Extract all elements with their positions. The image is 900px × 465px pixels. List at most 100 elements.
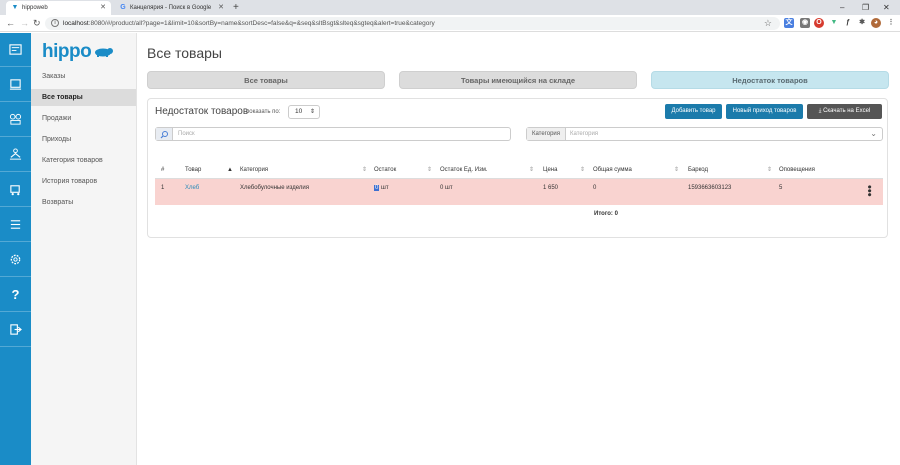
menu-item-history[interactable]: История товаров: [31, 173, 136, 190]
rail-logout[interactable]: [0, 313, 31, 347]
category-filter[interactable]: Категория Категория ⌄: [526, 127, 883, 141]
tab-all-products[interactable]: Все товары: [147, 71, 385, 89]
page-size-value: 10: [295, 108, 303, 115]
reload-icon[interactable]: ↻: [33, 17, 41, 29]
page-title: Все товары: [147, 45, 222, 61]
tab-shortage[interactable]: Недостаток товаров: [651, 71, 889, 89]
menu-item-categories[interactable]: Категория товаров: [31, 152, 136, 169]
translate-ext-icon[interactable]: 文: [784, 18, 794, 28]
main-content: Все товары Все товары Товары имеющийся н…: [138, 33, 900, 465]
col-header-product[interactable]: Товар: [185, 161, 201, 179]
rail-products[interactable]: [0, 103, 31, 137]
menu-item-sales[interactable]: Продажи: [31, 110, 136, 127]
menu-dots-icon[interactable]: ⋮: [886, 18, 896, 28]
col-header-num[interactable]: #: [161, 161, 164, 179]
menu-item-returns[interactable]: Возвраты: [31, 194, 136, 211]
opera-ext-icon[interactable]: O: [814, 18, 824, 28]
fx-ext-icon[interactable]: ƒ: [843, 18, 853, 28]
hippo-logo-icon: [95, 48, 113, 57]
col-header-alerts[interactable]: Оповещения: [779, 161, 815, 179]
app-logo[interactable]: hippo: [42, 41, 92, 63]
google-favicon-icon: G: [120, 4, 126, 11]
sort-icon[interactable]: ⇕: [362, 161, 367, 179]
excel-button-label: Скачать на Excel: [823, 108, 871, 114]
page-size-label: показать по:: [246, 109, 281, 115]
sales-icon: [9, 79, 22, 90]
col-header-stock[interactable]: Остаток: [374, 161, 396, 179]
card-title: Недостаток товаров: [155, 106, 249, 117]
rail-orders[interactable]: [0, 33, 31, 67]
cell-alerts: 5: [779, 185, 783, 191]
rail-help[interactable]: ?: [0, 278, 31, 312]
search-icon: [160, 131, 168, 139]
cell-num: 1: [161, 185, 165, 191]
extensions-icon[interactable]: ✱: [857, 18, 867, 28]
icon-rail: ?: [0, 33, 31, 465]
help-icon: ?: [11, 287, 20, 302]
rail-settings[interactable]: [0, 243, 31, 277]
browser-tab-hippoweb[interactable]: ▼ hippoweb ✕: [6, 1, 111, 15]
close-icon[interactable]: ✕: [218, 1, 224, 15]
vuejs-ext-icon[interactable]: ▼: [829, 18, 839, 28]
forward-icon[interactable]: →: [20, 17, 29, 29]
col-header-category[interactable]: Категория: [240, 161, 268, 179]
sort-asc-icon[interactable]: ▲: [227, 161, 233, 179]
info-icon[interactable]: i: [51, 19, 59, 27]
url-text: localhost:8080/#/product/all?page=1&limi…: [63, 20, 435, 27]
products-icon: [9, 113, 22, 125]
tab-in-stock[interactable]: Товары имеющийся на складе: [399, 71, 637, 89]
search-placeholder: Поиск: [178, 131, 195, 137]
category-placeholder: Категория: [570, 131, 599, 137]
minimize-icon[interactable]: –: [840, 1, 844, 14]
rail-sales[interactable]: [0, 68, 31, 102]
excel-download-button[interactable]: ⤓ Скачать на Excel: [807, 104, 882, 119]
settings-icon: [10, 254, 21, 265]
table-header: # Товар ▲ Категория ⇕ Остаток ⇕ Остаток …: [155, 161, 883, 179]
back-icon[interactable]: ←: [6, 17, 15, 29]
cell-product-link[interactable]: Хлеб: [185, 179, 199, 197]
maximize-icon[interactable]: ❐: [862, 1, 869, 14]
close-icon[interactable]: ✕: [100, 1, 106, 15]
col-header-barcode[interactable]: Баркод: [688, 161, 708, 179]
new-tab-icon[interactable]: +: [233, 1, 239, 14]
col-header-price[interactable]: Цена: [543, 161, 557, 179]
rail-arrivals[interactable]: [0, 138, 31, 172]
close-window-icon[interactable]: ✕: [883, 1, 890, 14]
sort-icon[interactable]: ⇕: [427, 161, 432, 179]
menu-item-all-products[interactable]: Все товары: [31, 89, 136, 106]
chevron-down-icon: ⌄: [870, 129, 877, 138]
browser-tab-google[interactable]: G Канцелярия - Поиск в Google ✕: [114, 1, 229, 15]
table-total: Итого: 0: [594, 211, 618, 217]
rail-history[interactable]: [0, 208, 31, 242]
sort-icon[interactable]: ⇕: [529, 161, 534, 179]
sort-icon[interactable]: ⇕: [580, 161, 585, 179]
sort-icon[interactable]: ⇕: [674, 161, 679, 179]
sort-icon[interactable]: ⇕: [767, 161, 772, 179]
menu-item-orders[interactable]: Заказы: [31, 68, 136, 85]
logout-icon: [10, 324, 22, 335]
col-header-stock-unit[interactable]: Остаток Ед. Изм.: [440, 161, 488, 179]
menu-item-arrivals[interactable]: Приходы: [31, 131, 136, 148]
cell-stock-unit: 0 шт: [440, 185, 453, 191]
row-actions-icon[interactable]: •••: [863, 185, 875, 197]
history-icon: [10, 220, 21, 229]
page-size-select[interactable]: 10 ⇕: [288, 105, 320, 119]
cell-category: Хлебобулочные изделия: [240, 185, 309, 191]
table-row[interactable]: 1 Хлеб Хлебобулочные изделия 0 шт 0 шт 1…: [155, 179, 883, 205]
new-arrival-button[interactable]: Новый приход товаров: [726, 104, 803, 119]
bookmark-star-icon[interactable]: ☆: [764, 17, 772, 30]
arrivals-icon: [9, 148, 22, 160]
hippo-favicon-icon: ▼: [11, 4, 19, 11]
browser-tabbar: ▼ hippoweb ✕ G Канцелярия - Поиск в Goog…: [0, 0, 900, 15]
rail-categories[interactable]: [0, 173, 31, 207]
address-bar[interactable]: i localhost:8080/#/product/all?page=1&li…: [45, 17, 780, 30]
camera-ext-icon[interactable]: ◉: [800, 18, 810, 28]
browser-toolbar: ← → ↻ i localhost:8080/#/product/all?pag…: [0, 15, 900, 32]
search-input[interactable]: Поиск: [155, 127, 511, 141]
side-menu: hippo Заказы Все товары Продажи Приходы …: [31, 33, 137, 465]
orders-icon: [9, 44, 22, 55]
profile-avatar[interactable]: ◕: [871, 18, 881, 28]
categories-icon: [10, 185, 20, 196]
col-header-total[interactable]: Общая сумма: [593, 161, 632, 179]
add-product-button[interactable]: Добавить товар: [665, 104, 722, 119]
